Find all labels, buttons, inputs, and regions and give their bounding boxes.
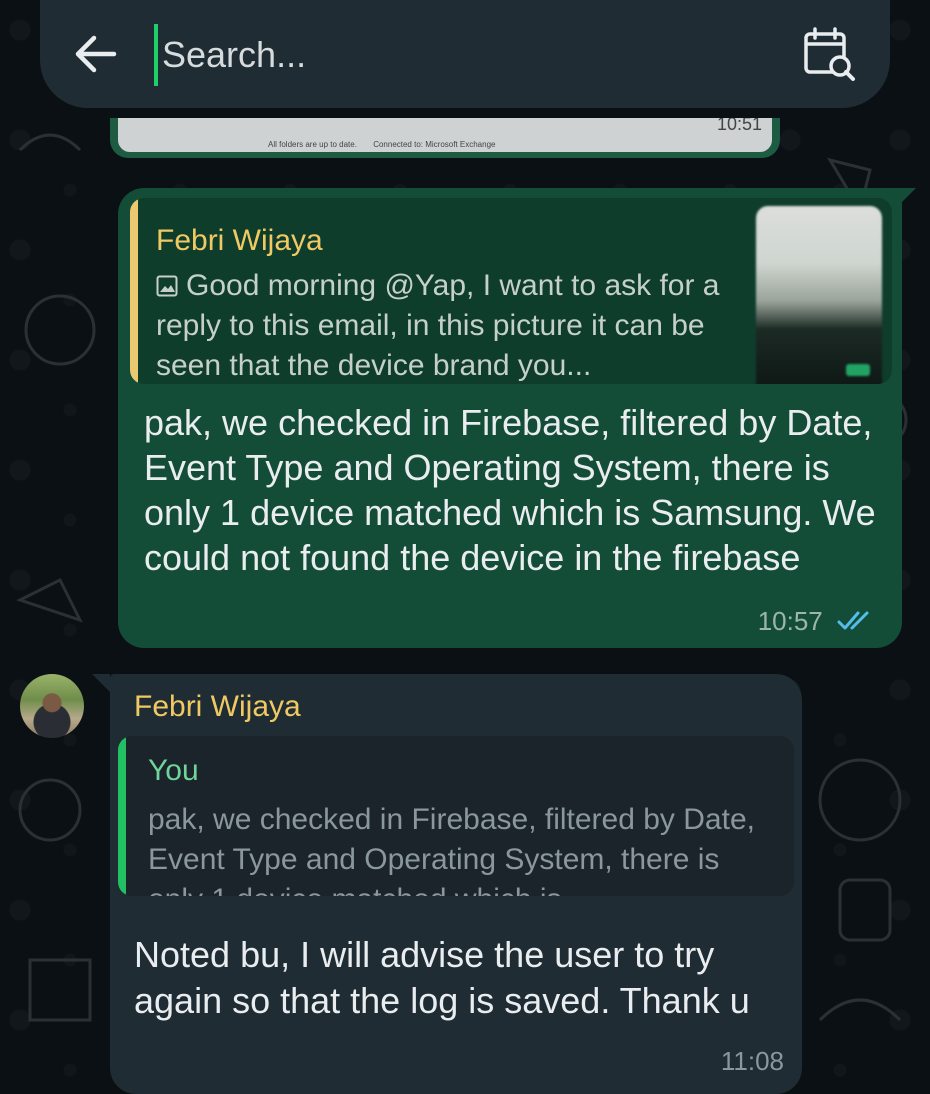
quoted-message[interactable]: You pak, we checked in Firebase, filtere… — [118, 736, 794, 896]
message-time: 10:57 — [757, 606, 823, 636]
quote-accent-bar — [130, 198, 138, 384]
quoted-text-wrap: Good morning @Yap, I want to ask for a r… — [156, 266, 746, 384]
status-bar-text: All folders are up to date. Connected to… — [268, 140, 509, 149]
quoted-author: You — [148, 754, 199, 787]
search-bar — [40, 0, 890, 108]
bubble-tail — [92, 674, 110, 692]
quote-accent-bar — [118, 736, 126, 896]
quoted-text: Good morning @Yap, I want to ask for a r… — [156, 269, 720, 382]
status-item: Connected to: Microsoft Exchange — [373, 140, 496, 149]
previous-image-message[interactable]: All folders are up to date. Connected to… — [110, 118, 780, 158]
message-time: 10:51 — [716, 118, 762, 134]
quoted-message[interactable]: Febri Wijaya Good morning @Yap, I want t… — [130, 198, 892, 384]
back-arrow-icon[interactable] — [70, 28, 122, 80]
photo-icon — [156, 268, 178, 297]
avatar[interactable] — [20, 674, 84, 738]
sender-name[interactable]: Febri Wijaya — [134, 690, 301, 724]
outgoing-message[interactable]: Febri Wijaya Good morning @Yap, I want t… — [118, 188, 902, 648]
message-text: Noted bu, I will advise the user to try … — [134, 934, 750, 1021]
email-screenshot-image[interactable]: All folders are up to date. Connected to… — [118, 118, 772, 152]
quoted-text: pak, we checked in Firebase, filtered by… — [148, 803, 755, 896]
calendar-search-icon[interactable] — [800, 26, 862, 84]
quoted-image-thumbnail — [756, 206, 882, 384]
message-text: pak, we checked in Firebase, filtered by… — [144, 402, 876, 578]
status-item: All folders are up to date. — [268, 140, 357, 149]
incoming-message[interactable]: Febri Wijaya You pak, we checked in Fire… — [110, 674, 802, 1094]
message-meta: 10:57 — [758, 606, 876, 637]
search-input[interactable] — [154, 24, 724, 86]
message-time: 11:08 — [720, 1046, 784, 1076]
double-check-icon — [836, 608, 876, 634]
quoted-author: Febri Wijaya — [156, 224, 323, 257]
